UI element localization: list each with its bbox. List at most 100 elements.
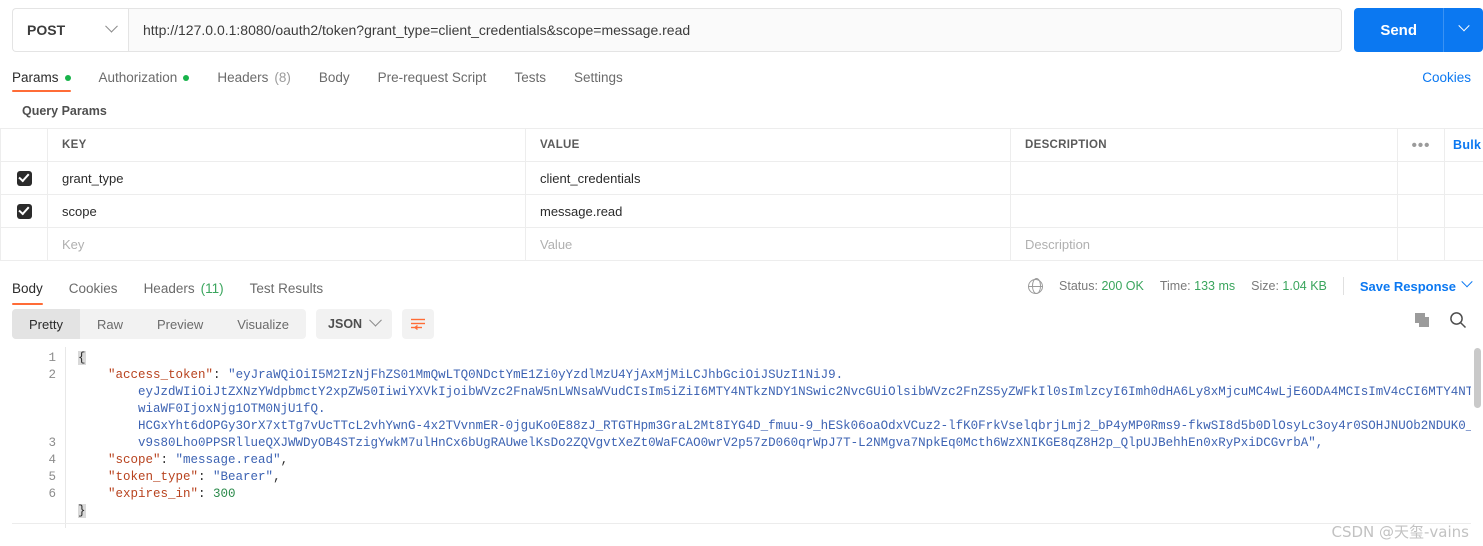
table-options-button[interactable]: ••• <box>1397 128 1445 162</box>
response-tab-headers[interactable]: Headers (11) <box>144 281 224 305</box>
http-method-selector[interactable]: POST <box>12 8 128 52</box>
status-value: 200 OK <box>1101 279 1144 293</box>
response-tab-body[interactable]: Body <box>12 281 43 305</box>
json-colon: : <box>198 470 214 484</box>
http-method-label: POST <box>27 22 66 38</box>
chevron-down-icon <box>369 313 382 327</box>
table-header-row: KEY VALUE DESCRIPTION ••• Bulk Edit <box>0 128 1483 162</box>
response-tab-test-results[interactable]: Test Results <box>250 281 324 305</box>
row-checkbox-cell[interactable] <box>0 194 48 228</box>
tab-pre-request-script[interactable]: Pre-request Script <box>378 70 487 92</box>
response-status-area: Status: 200 OK Time: 133 ms Size: 1.04 K… <box>1027 267 1473 305</box>
line-number: 1 <box>48 351 56 365</box>
line-number: 5 <box>48 470 56 484</box>
json-colon: : <box>213 368 229 382</box>
postman-window: POST http://127.0.0.1:8080/oauth2/token?… <box>0 0 1483 546</box>
response-actions <box>1414 311 1467 329</box>
wrap-lines-button[interactable] <box>402 309 435 339</box>
bulk-edit-button[interactable]: Bulk Edit <box>1444 128 1483 162</box>
tab-label: Body <box>318 70 350 85</box>
divider <box>12 523 1471 524</box>
table-row-empty: Key Value Description <box>0 227 1483 261</box>
json-value-token-type: "Bearer" <box>213 470 274 484</box>
tab-label: Authorization <box>98 70 178 85</box>
row-spacer <box>1444 227 1483 261</box>
view-mode-preview[interactable]: Preview <box>140 309 220 339</box>
url-text: http://127.0.0.1:8080/oauth2/token?grant… <box>143 22 691 38</box>
json-key-access-token: "access_token" <box>108 368 214 382</box>
view-mode-pretty[interactable]: Pretty <box>12 309 80 339</box>
param-key-cell[interactable]: scope <box>47 194 526 228</box>
view-mode-visualize[interactable]: Visualize <box>220 309 306 339</box>
json-value-access-token-line-1: "eyJraWQiOiI5M2IzNjFhZS01MmQwLTQ0NDctYmE… <box>228 368 844 382</box>
checkbox-checked-icon[interactable] <box>16 170 32 186</box>
line-number: 3 <box>48 436 56 450</box>
select-all-column <box>0 128 48 162</box>
tab-settings[interactable]: Settings <box>574 70 623 92</box>
tab-label: Settings <box>573 70 623 85</box>
row-checkbox-cell[interactable] <box>0 161 48 195</box>
checkbox-checked-icon[interactable] <box>16 203 32 219</box>
json-open-brace: { <box>78 351 86 365</box>
param-value-cell[interactable]: client_credentials <box>525 161 1011 195</box>
status-group: Status: 200 OK <box>1059 279 1144 293</box>
response-format-label: JSON <box>328 317 363 331</box>
new-param-key-input[interactable]: Key <box>47 227 526 261</box>
param-description-cell[interactable] <box>1010 194 1398 228</box>
new-param-value-input[interactable]: Value <box>525 227 1011 261</box>
save-response-button[interactable]: Save Response <box>1360 276 1473 294</box>
table-row: scope message.read <box>0 194 1483 228</box>
search-icon[interactable] <box>1449 311 1467 329</box>
new-param-description-input[interactable]: Description <box>1010 227 1398 261</box>
line-number: 2 <box>48 368 56 382</box>
url-input[interactable]: http://127.0.0.1:8080/oauth2/token?grant… <box>128 8 1343 52</box>
copy-icon[interactable] <box>1414 312 1431 329</box>
tab-label: Params <box>12 70 59 85</box>
size-value: 1.04 KB <box>1282 279 1327 293</box>
size-label: Size: <box>1251 279 1279 293</box>
chevron-down-icon <box>1461 276 1473 288</box>
send-button[interactable]: Send <box>1354 8 1443 52</box>
time-value: 133 ms <box>1194 279 1236 293</box>
status-label: Status: <box>1059 279 1098 293</box>
cookies-link[interactable]: Cookies <box>1422 70 1471 85</box>
row-checkbox-cell[interactable] <box>0 227 48 261</box>
json-value-expires-in: 300 <box>213 487 236 501</box>
response-tab-cookies[interactable]: Cookies <box>69 281 118 305</box>
tab-authorization[interactable]: Authorization <box>99 70 190 92</box>
tab-body[interactable]: Body <box>319 70 350 92</box>
param-description-cell[interactable] <box>1010 161 1398 195</box>
scrollbar-thumb[interactable] <box>1474 348 1481 408</box>
request-url-bar: POST http://127.0.0.1:8080/oauth2/token?… <box>0 0 1483 60</box>
size-group: Size: 1.04 KB <box>1251 279 1327 293</box>
tab-params[interactable]: Params <box>12 70 71 92</box>
more-options-icon: ••• <box>1411 136 1431 154</box>
column-header-value: VALUE <box>525 128 1011 162</box>
time-group: Time: 133 ms <box>1160 279 1235 293</box>
response-scrollbar[interactable] <box>1473 348 1481 538</box>
response-format-selector[interactable]: JSON <box>316 309 393 339</box>
line-number-gutter: 1 2 3 4 5 6 <box>12 347 66 528</box>
tab-label: Tests <box>514 70 546 85</box>
param-key-cell[interactable]: grant_type <box>47 161 526 195</box>
send-button-group: Send <box>1354 8 1483 52</box>
param-value-cell[interactable]: message.read <box>525 194 1011 228</box>
tab-headers[interactable]: Headers (8) <box>217 70 291 92</box>
wrap-lines-icon <box>411 318 426 331</box>
response-body-code[interactable]: 1 2 3 4 5 6 { "access_token": "eyJraWQiO… <box>12 347 1471 528</box>
json-key-token-type: "token_type" <box>108 470 199 484</box>
json-value-access-token-line-2: eyJzdWIiOiJtZXNzYWdpbmctY2xpZW50IiwiYXVk… <box>138 385 1471 399</box>
chevron-down-icon <box>1457 20 1470 32</box>
view-mode-raw[interactable]: Raw <box>80 309 140 339</box>
tab-label: Headers <box>217 70 269 85</box>
row-spacer <box>1397 161 1445 195</box>
tab-tests[interactable]: Tests <box>514 70 546 92</box>
modified-dot-icon <box>64 74 71 81</box>
json-key-scope: "scope" <box>108 453 161 467</box>
globe-icon <box>1027 278 1044 294</box>
response-bar: Body Cookies Headers (11) Test Results S… <box>0 267 1483 305</box>
time-label: Time: <box>1159 279 1191 293</box>
response-view-mode-group: Pretty Raw Preview Visualize <box>12 309 307 339</box>
response-tabs: Body Cookies Headers (11) Test Results <box>12 267 349 305</box>
send-options-button[interactable] <box>1443 8 1483 52</box>
